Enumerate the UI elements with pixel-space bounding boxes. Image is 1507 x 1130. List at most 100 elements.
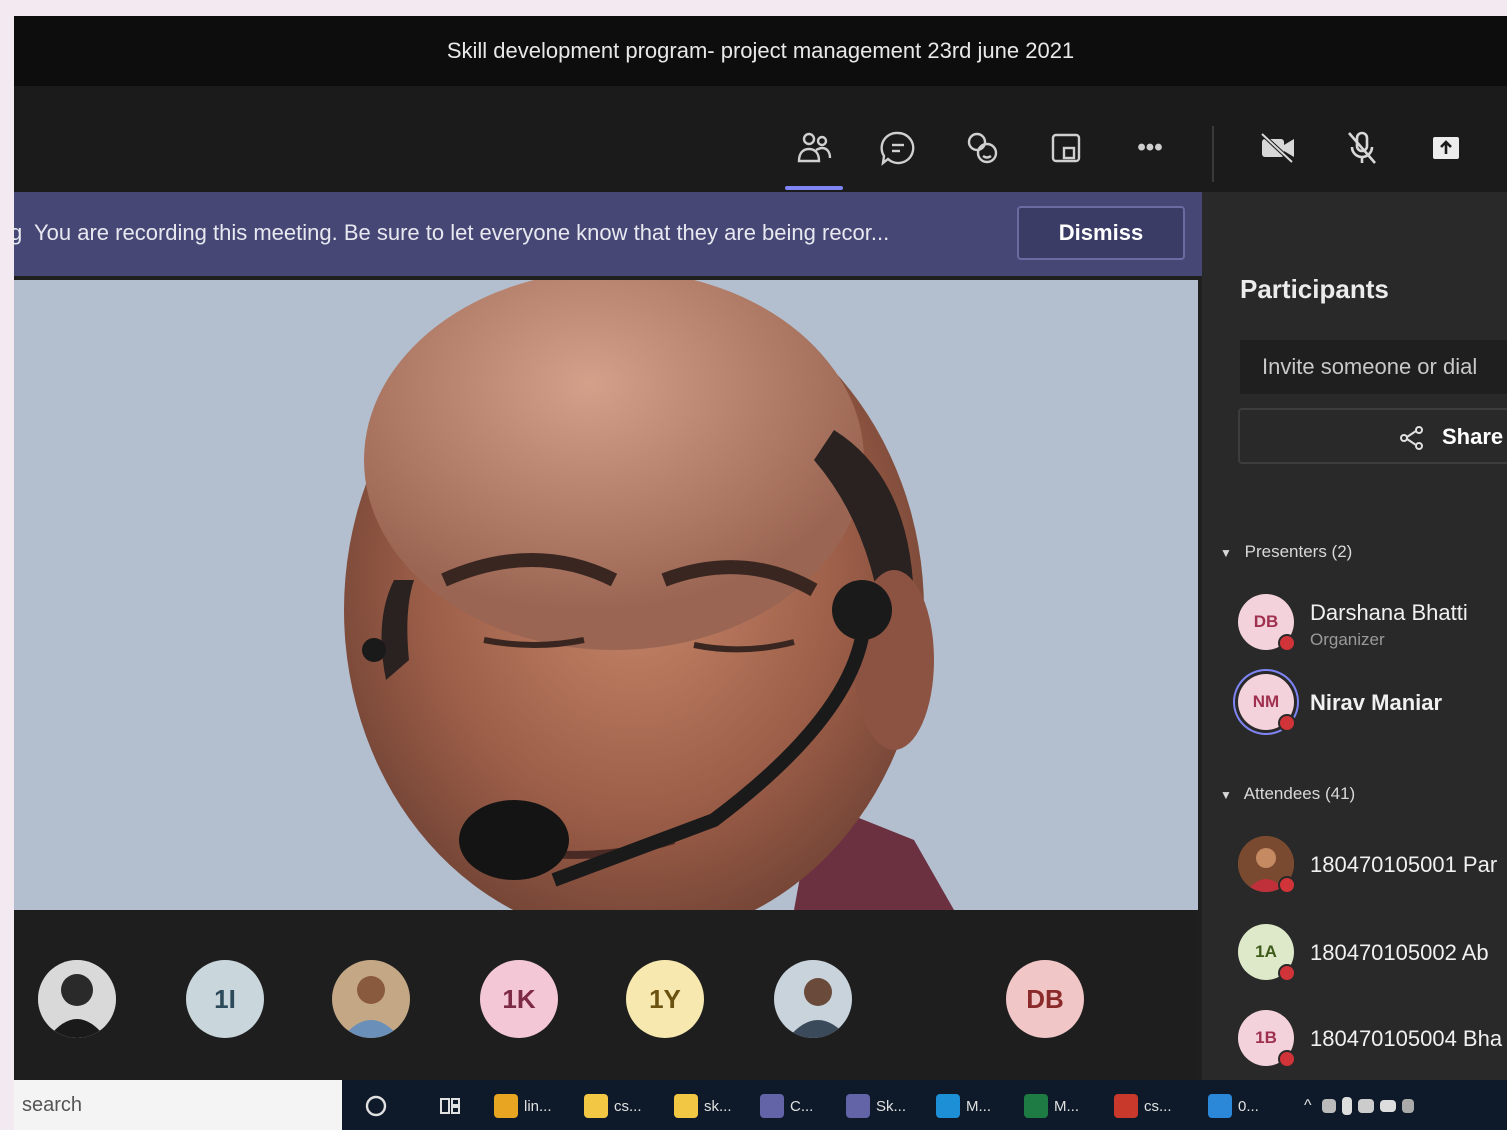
participant-row[interactable]: DB Darshana Bhatti Organizer xyxy=(1238,594,1507,664)
people-button[interactable] xyxy=(786,120,842,176)
avatar-initials: 1B xyxy=(1255,1028,1277,1047)
participants-panel: Participants Invite someone or dial Shar… xyxy=(1202,192,1507,1080)
avatar-initials: DB xyxy=(1253,612,1279,631)
taskbar-search-box[interactable]: search xyxy=(14,1080,342,1130)
participant-name: Darshana Bhatti xyxy=(1310,600,1468,625)
search-text: search xyxy=(22,1093,83,1116)
app-icon xyxy=(936,1094,960,1118)
volume-icon xyxy=(1401,1099,1414,1113)
presenter-video-frame xyxy=(14,280,1198,910)
avatar-initials: NM xyxy=(1252,692,1280,711)
taskbar-app-button[interactable]: M... xyxy=(936,1090,991,1122)
busy-status-icon xyxy=(1278,634,1296,652)
taskbar-app-button[interactable]: cs... xyxy=(584,1090,642,1122)
tray-chevron-icon: ^ xyxy=(1304,1097,1316,1114)
share-label: Share xyxy=(1442,424,1504,449)
attendees-label: Attendees (41) xyxy=(1243,784,1356,803)
windows-taskbar: search lin... cs... sk... C... Sk... M... M...… xyxy=(14,1080,1507,1130)
busy-status-icon xyxy=(1278,1050,1296,1068)
participant-tile-photo-1[interactable] xyxy=(38,960,116,1038)
share-icon xyxy=(1400,426,1423,450)
busy-status-icon xyxy=(1278,714,1296,732)
main-video xyxy=(14,280,1198,910)
app-icon xyxy=(1024,1094,1048,1118)
participant-tile-db[interactable]: DB xyxy=(1006,960,1084,1038)
camera-off-icon xyxy=(1260,132,1294,164)
app-icon xyxy=(846,1094,870,1118)
chat-button[interactable] xyxy=(870,120,926,176)
active-tab-indicator xyxy=(785,186,843,190)
attendees-section-header[interactable]: ▼ Attendees (41) xyxy=(1220,784,1355,804)
network-icon xyxy=(1321,1099,1336,1113)
participant-tile-1y[interactable]: 1Y xyxy=(626,960,704,1038)
participant-row[interactable]: 180470105001 Par xyxy=(1238,836,1507,906)
app-label: 0... xyxy=(1238,1097,1259,1115)
mic-tray-icon xyxy=(1341,1097,1352,1115)
app-label: Sk... xyxy=(876,1097,907,1115)
invite-input[interactable]: Invite someone or dial xyxy=(1240,340,1507,394)
participant-name: Nirav Maniar xyxy=(1310,690,1443,715)
room-icon xyxy=(1051,133,1081,163)
taskbar-app-button[interactable]: Sk... xyxy=(846,1090,906,1122)
profile-photo xyxy=(774,960,852,1038)
panel-title: Participants xyxy=(1240,274,1389,304)
app-icon xyxy=(1208,1094,1232,1118)
app-label: cs... xyxy=(1144,1097,1172,1115)
collapse-chevron-icon: ▼ xyxy=(1220,546,1232,560)
breakout-rooms-button[interactable] xyxy=(1038,120,1094,176)
collapse-chevron-icon: ▼ xyxy=(1220,788,1232,802)
participant-row[interactable]: NM Nirav Maniar xyxy=(1238,674,1507,744)
taskbar-app-button[interactable]: 0... xyxy=(1208,1090,1259,1122)
share-invite-button[interactable]: Share xyxy=(1238,408,1507,464)
participant-name: 180470105001 Par xyxy=(1310,852,1498,877)
more-icon: ••• xyxy=(1137,134,1163,161)
people-icon xyxy=(797,132,832,163)
reactions-icon xyxy=(967,132,998,164)
taskbar-app-button[interactable]: sk... xyxy=(674,1090,732,1122)
participant-row[interactable]: 1A 180470105002 Ab xyxy=(1238,924,1507,994)
camera-toggle-button[interactable] xyxy=(1250,120,1306,176)
mic-toggle-button[interactable] xyxy=(1334,120,1390,176)
app-icon xyxy=(674,1094,698,1118)
participant-tile-photo-2[interactable] xyxy=(332,960,410,1038)
teams-window: Skill development program- project manag… xyxy=(14,16,1507,1130)
system-tray[interactable]: ^ xyxy=(1304,1090,1414,1122)
profile-photo xyxy=(38,960,116,1038)
presenters-label: Presenters (2) xyxy=(1244,542,1353,561)
recording-banner: g You are recording this meeting. Be sur… xyxy=(14,192,1202,276)
app-icon xyxy=(760,1094,784,1118)
toolbar-divider xyxy=(1212,126,1214,182)
presenters-section-header[interactable]: ▼ Presenters (2) xyxy=(1220,542,1352,562)
reactions-button[interactable] xyxy=(954,120,1010,176)
task-view-button[interactable] xyxy=(438,1090,462,1122)
app-label: M... xyxy=(1054,1097,1079,1115)
chat-icon xyxy=(880,131,915,166)
taskbar-app-button[interactable]: M... xyxy=(1024,1090,1079,1122)
avatar-initials: DB xyxy=(1026,983,1064,1014)
display-icon xyxy=(1357,1099,1374,1113)
busy-status-icon xyxy=(1278,964,1296,982)
taskbar-app-button[interactable]: C... xyxy=(760,1090,813,1122)
avatar-initials: 1Y xyxy=(649,983,681,1014)
task-view-icon xyxy=(440,1098,460,1114)
taskbar-app-button[interactable]: lin... xyxy=(494,1090,552,1122)
title-bar: Skill development program- project manag… xyxy=(14,16,1507,86)
share-content-button[interactable] xyxy=(1418,120,1474,176)
more-actions-button[interactable]: ••• xyxy=(1122,120,1178,176)
meeting-title: Skill development program- project manag… xyxy=(446,38,1075,63)
app-label: sk... xyxy=(704,1097,732,1115)
app-icon xyxy=(494,1094,518,1118)
app-label: C... xyxy=(790,1097,814,1115)
cortana-button[interactable] xyxy=(364,1090,388,1122)
banner-cut-text: g xyxy=(14,220,23,245)
dismiss-button[interactable]: Dismiss xyxy=(1017,206,1185,260)
participant-row[interactable]: 1B 180470105004 Bha xyxy=(1238,1010,1507,1080)
recording-notice: You are recording this meeting. Be sure … xyxy=(34,220,890,245)
busy-status-icon xyxy=(1278,876,1296,894)
participant-tile-photo-3[interactable] xyxy=(774,960,852,1038)
participant-tile-1k[interactable]: 1K xyxy=(480,960,558,1038)
participant-name: 180470105004 Bha xyxy=(1310,1026,1503,1051)
participant-video-strip: 1I 1K 1Y DB xyxy=(14,910,1198,1080)
participant-tile-1i[interactable]: 1I xyxy=(186,960,264,1038)
taskbar-app-button[interactable]: cs... xyxy=(1114,1090,1172,1122)
